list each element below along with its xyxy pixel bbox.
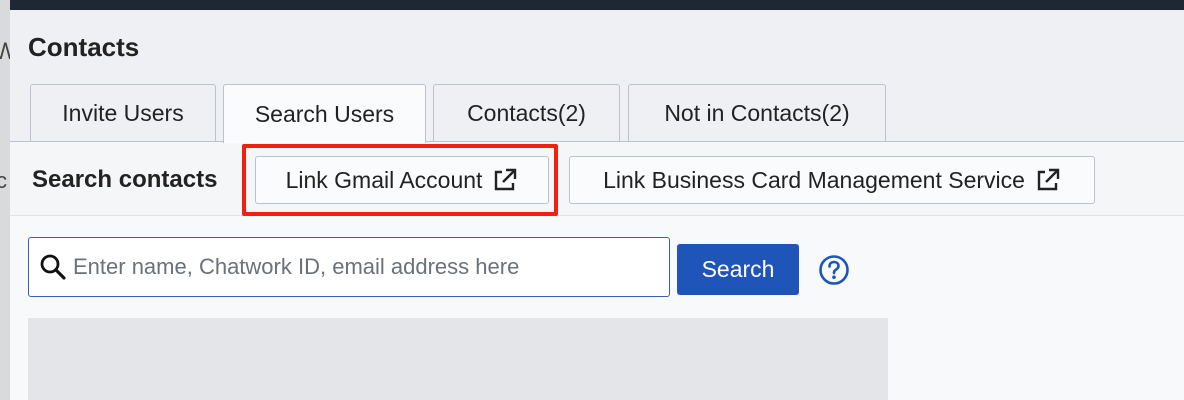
external-link-icon	[495, 168, 517, 191]
background-app: W c	[0, 0, 17, 400]
link-business-card-label: Link Business Card Management Service	[603, 166, 1025, 193]
contacts-dialog: Contacts Invite Users Search Users Conta…	[10, 10, 1184, 400]
tab-label: Search Users	[254, 100, 395, 127]
tab-not-in-contacts[interactable]: Not in Contacts(2)	[628, 84, 886, 142]
tab-label: Invite Users	[62, 100, 184, 126]
search-contacts-label: Search contacts	[32, 166, 218, 193]
tab-search-users[interactable]: Search Users	[223, 84, 426, 143]
tab-bar: Invite Users Search Users Contacts(2) No…	[30, 84, 1184, 143]
search-users-panel: Search contacts Link Gmail Account Link …	[10, 142, 1184, 400]
search-field[interactable]	[28, 237, 670, 297]
tab-label: Contacts(2)	[467, 100, 586, 126]
link-gmail-label: Link Gmail Account	[285, 166, 483, 193]
window-top-strip	[0, 0, 1184, 10]
search-icon	[40, 254, 66, 280]
help-circle-icon[interactable]	[818, 254, 850, 286]
search-input[interactable]	[73, 254, 653, 280]
link-gmail-button[interactable]: Link Gmail Account	[255, 156, 549, 204]
tab-invite-users[interactable]: Invite Users	[30, 84, 216, 142]
link-accounts-row: Search contacts Link Gmail Account Link …	[10, 142, 1184, 216]
dialog-title: Contacts	[28, 32, 140, 62]
tab-label: Not in Contacts(2)	[664, 100, 850, 126]
link-business-card-button[interactable]: Link Business Card Management Service	[569, 156, 1095, 204]
external-link-icon	[1037, 168, 1060, 191]
background-text-fragment: c	[0, 168, 7, 193]
search-results-area	[28, 318, 888, 400]
tab-contacts[interactable]: Contacts(2)	[433, 84, 620, 142]
search-button[interactable]: Search	[677, 244, 799, 295]
